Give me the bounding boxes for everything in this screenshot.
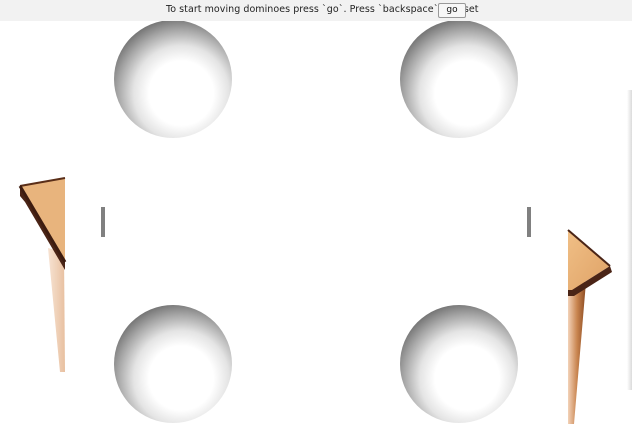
table-left [18,177,67,372]
table-right [567,229,612,424]
go-button[interactable]: go [438,3,466,18]
shaded-sphere-bottom-right [400,305,518,423]
instruction-text: To start moving dominoes press `go`. Pre… [166,4,479,15]
shaded-sphere-top-right [400,20,518,138]
viewport-edge-shade [627,90,632,390]
domino-left[interactable] [101,207,105,237]
domino-right[interactable] [527,207,531,237]
scene-canvas[interactable] [0,0,632,424]
table-right-leg [568,282,586,424]
shaded-sphere-bottom-left [114,305,232,423]
shaded-sphere-top-left [114,20,232,138]
instruction-bar: To start moving dominoes press `go`. Pre… [0,0,632,21]
table-left-leg [48,248,65,372]
webgl-viewport[interactable]: To start moving dominoes press `go`. Pre… [0,0,632,424]
